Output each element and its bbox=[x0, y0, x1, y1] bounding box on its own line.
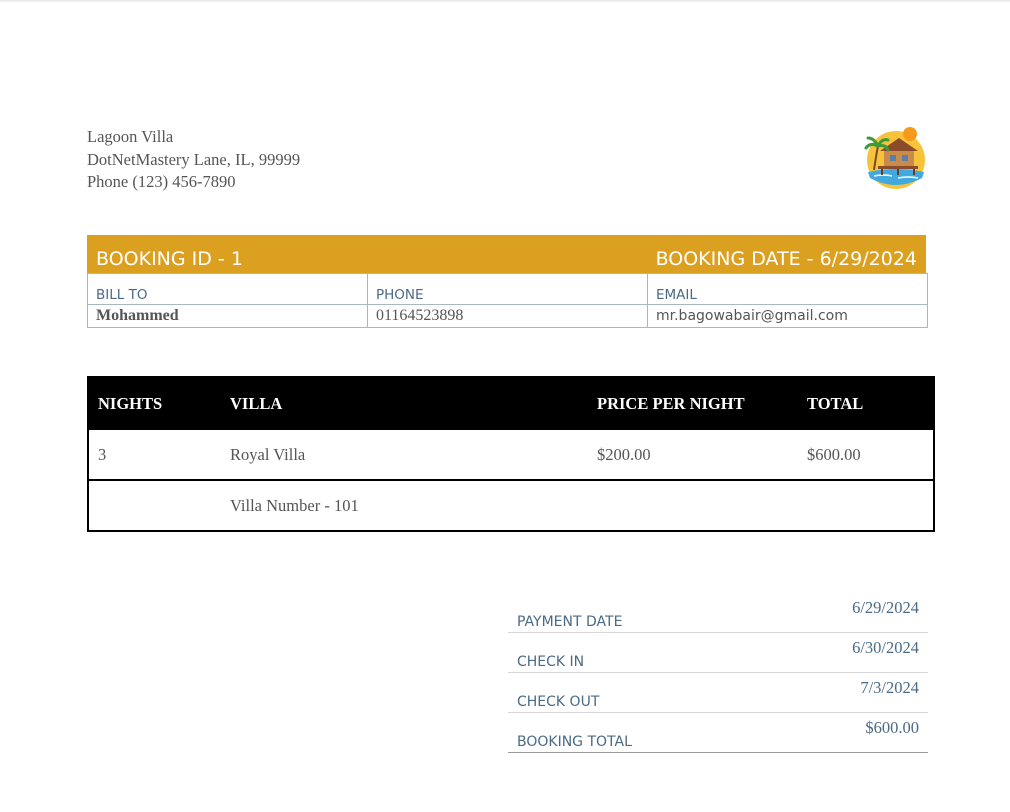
company-phone: Phone (123) 456-7890 bbox=[87, 172, 236, 191]
phone-header: PHONE bbox=[367, 273, 648, 305]
booking-id: BOOKING ID - 1 bbox=[96, 248, 243, 270]
summary-row-payment-date: PAYMENT DATE 6/29/2024 bbox=[508, 593, 928, 633]
booking-total-label: BOOKING TOTAL bbox=[508, 712, 718, 753]
empty-cell bbox=[798, 480, 934, 531]
page-top-shadow bbox=[0, 0, 1010, 3]
empty-cell bbox=[88, 480, 221, 531]
payment-date-label: PAYMENT DATE bbox=[508, 593, 718, 633]
bill-to-header: BILL TO bbox=[87, 273, 368, 305]
payment-date-value: 6/29/2024 bbox=[718, 593, 928, 633]
price-cell: $200.00 bbox=[588, 430, 798, 481]
customer-email: mr.bagowabair@gmail.com bbox=[647, 304, 928, 328]
check-in-value: 6/30/2024 bbox=[718, 632, 928, 673]
price-per-night-header: PRICE PER NIGHT bbox=[588, 377, 798, 430]
check-out-label: CHECK OUT bbox=[508, 672, 718, 713]
nights-header: NIGHTS bbox=[88, 377, 221, 430]
villa-header: VILLA bbox=[221, 377, 588, 430]
company-info: Lagoon Villa DotNetMastery Lane, IL, 999… bbox=[87, 126, 300, 194]
beach-villa-logo-icon bbox=[864, 126, 928, 190]
company-address: DotNetMastery Lane, IL, 99999 bbox=[87, 149, 301, 169]
table-row: Villa Number - 101 bbox=[88, 480, 934, 531]
table-row: 3 Royal Villa $200.00 $600.00 bbox=[88, 430, 934, 481]
summary-row-check-out: CHECK OUT 7/3/2024 bbox=[508, 672, 928, 713]
bill-value-row: Mohammed 01164523898 mr.bagowabair@gmail… bbox=[87, 304, 928, 328]
total-header: TOTAL bbox=[798, 377, 934, 430]
summary-row-booking-total: BOOKING TOTAL $600.00 bbox=[508, 712, 928, 753]
booking-items-table: NIGHTS VILLA PRICE PER NIGHT TOTAL 3 Roy… bbox=[87, 376, 935, 532]
total-cell: $600.00 bbox=[798, 430, 934, 481]
villa-cell: Royal Villa bbox=[221, 430, 588, 481]
booking-summary: PAYMENT DATE 6/29/2024 CHECK IN 6/30/202… bbox=[508, 593, 928, 753]
check-in-label: CHECK IN bbox=[508, 632, 718, 673]
villa-number-cell: Villa Number - 101 bbox=[230, 495, 359, 515]
summary-row-check-in: CHECK IN 6/30/2024 bbox=[508, 632, 928, 673]
company-name: Lagoon Villa bbox=[87, 127, 174, 146]
email-header: EMAIL bbox=[647, 273, 928, 305]
booking-date: BOOKING DATE - 6/29/2024 bbox=[655, 248, 917, 270]
booking-total-value: $600.00 bbox=[718, 712, 928, 753]
nights-cell: 3 bbox=[88, 430, 221, 481]
booking-header-bar: BOOKING ID - 1 BOOKING DATE - 6/29/2024 bbox=[87, 235, 926, 273]
customer-phone: 01164523898 bbox=[367, 304, 648, 328]
bill-header-row: BILL TO PHONE EMAIL bbox=[87, 273, 928, 305]
bill-to-table: BILL TO PHONE EMAIL Mohammed 01164523898… bbox=[87, 273, 928, 328]
empty-cell bbox=[588, 480, 798, 531]
customer-name: Mohammed bbox=[87, 304, 368, 328]
check-out-value: 7/3/2024 bbox=[718, 672, 928, 713]
items-header-row: NIGHTS VILLA PRICE PER NIGHT TOTAL bbox=[88, 377, 934, 430]
